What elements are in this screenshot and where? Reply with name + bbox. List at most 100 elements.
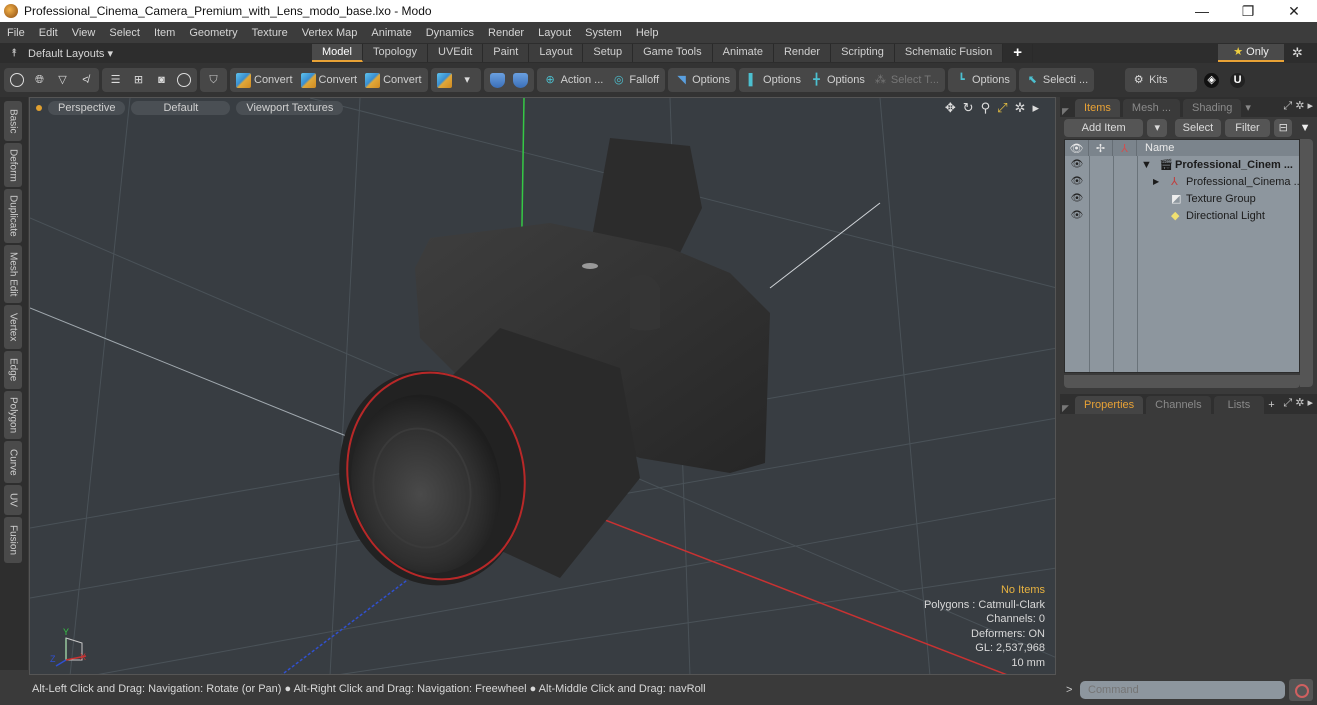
list-item[interactable]: 👁︎ ◆ Directional Light [1065,207,1299,224]
center-mode-button[interactable] [173,69,195,91]
menu-animate[interactable]: Animate [364,27,418,39]
selection-sets-button[interactable]: ⬉ Selecti ... [1021,69,1092,91]
tab-fusion[interactable]: Fusion [4,517,22,563]
chevron-right-icon[interactable]: ▸ [1032,100,1039,116]
tab-curve[interactable]: Curve [4,441,22,483]
tab-properties[interactable]: Properties [1075,396,1144,414]
items-mode-button[interactable]: ≮ [74,69,97,91]
mesh-dropdown[interactable]: ▾ [456,69,479,91]
falloff-button[interactable]: ◎ Falloff [607,69,663,91]
tab-deform[interactable]: Deform [4,143,22,187]
view-mode-dropdown[interactable]: Perspective [48,101,126,115]
add-tab-button[interactable]: + [1268,396,1274,414]
list-item[interactable]: 👁︎ ▶ ⅄ Professional_Cinema ... [1065,173,1303,190]
chevron-right-icon[interactable]: ▸ [1307,397,1313,409]
expander-icon[interactable]: ▶ [1153,177,1159,186]
eye-icon[interactable]: 👁︎ [1065,193,1089,204]
tab-setup[interactable]: Setup [583,44,634,62]
3d-viewport[interactable]: Y Z X Perspective Default Viewport Textu… [29,97,1056,675]
tab-uv[interactable]: UV [4,485,22,515]
collapse-icon[interactable]: ⊟ [1274,119,1293,137]
minimize-button[interactable]: — [1179,0,1225,22]
menu-file[interactable]: File [0,27,32,39]
gear-icon[interactable]: ✲ [1295,397,1304,409]
workplane-button-2[interactable] [509,69,532,91]
tab-scripting[interactable]: Scripting [831,44,895,62]
convert-button-2[interactable]: Convert [297,69,362,91]
default-layouts-dropdown[interactable]: Default Layouts ▾ [28,47,308,60]
unreal-button[interactable]: U [1226,69,1249,91]
record-macro-button[interactable] [1289,679,1313,701]
pan-icon[interactable]: ✥ [945,100,956,116]
menu-item[interactable]: Item [147,27,182,39]
select-button[interactable]: Select [1175,119,1221,137]
list-item[interactable]: 👁︎ ▼ 🎬︎ Professional_Cinem ... [1065,156,1299,173]
tab-channels[interactable]: Channels [1146,396,1211,414]
menu-render[interactable]: Render [481,27,531,39]
tab-uvedit[interactable]: UVEdit [428,44,484,62]
gear-icon[interactable]: ✲ [1015,100,1026,116]
only-toggle[interactable]: ★ Only [1218,44,1284,62]
eye-icon[interactable]: 👁︎ [1065,159,1089,170]
name-column-header[interactable]: Name [1137,140,1174,156]
restore-button[interactable]: ❐ [1225,0,1271,22]
menu-texture[interactable]: Texture [245,27,295,39]
item-list-horizontal-scrollbar[interactable] [1064,375,1300,388]
action-center-button[interactable]: ⊕ Action... [539,69,608,91]
item-type-column-icon[interactable]: ⅄ [1113,140,1137,156]
layout-collapse-icon[interactable]: ⯭ [0,47,28,60]
expand-icon[interactable]: ⤢ [1283,397,1292,409]
kits-button[interactable]: ⚙ Kits [1127,69,1171,91]
convert-button-1[interactable]: Convert [232,69,297,91]
materials-mode-button[interactable]: ☰ [104,69,127,91]
workplane-button-1[interactable] [486,69,509,91]
tabs-dropdown-icon[interactable]: ▾ [1245,99,1251,117]
eye-icon[interactable]: 👁︎ [1065,176,1089,187]
add-item-button[interactable]: Add Item [1064,119,1144,137]
snapping-options-button[interactable]: ◥ Options [670,69,734,91]
pivot-options-button[interactable]: ┗ Options [950,69,1014,91]
gear-icon[interactable]: ✲ [1292,45,1303,61]
menu-geometry[interactable]: Geometry [182,27,244,39]
tab-paint[interactable]: Paint [483,44,530,62]
expander-icon[interactable]: ▼ [1141,159,1152,171]
select-through-button[interactable]: ⁂ Select T... [869,69,943,91]
panel-menu-icon[interactable]: ◤ [1062,403,1072,414]
maximize-icon[interactable]: ⤢ [997,100,1007,116]
tab-vertex[interactable]: Vertex [4,305,22,349]
item-list-vertical-scrollbar[interactable] [1300,139,1313,387]
menu-layout[interactable]: Layout [531,27,578,39]
command-input[interactable] [1080,681,1285,699]
symmetry-options-button[interactable]: ▌ Options [741,69,805,91]
shading-mode-dropdown[interactable]: Default [131,101,231,115]
tab-schematic-fusion[interactable]: Schematic Fusion [894,44,1004,62]
funnel-icon[interactable]: ▼ [1296,119,1314,137]
tab-game-tools[interactable]: Game Tools [633,44,713,62]
tab-animate[interactable]: Animate [712,44,774,62]
menu-view[interactable]: View [65,27,103,39]
menu-dynamics[interactable]: Dynamics [419,27,481,39]
uv-mode-button[interactable]: ⊞ [127,69,150,91]
menu-help[interactable]: Help [629,27,666,39]
add-tab-button[interactable]: + [1003,44,1034,62]
expand-icon[interactable]: ⤢ [1283,100,1292,112]
zoom-icon[interactable]: ⚲ [981,100,991,116]
tab-polygon[interactable]: Polygon [4,391,22,439]
viewport-options-dot[interactable] [36,105,42,111]
list-item[interactable]: 👁︎ ◩ Texture Group [1065,190,1299,207]
gear-icon[interactable]: ✲ [1295,100,1304,112]
menu-select[interactable]: Select [102,27,147,39]
menu-system[interactable]: System [578,27,629,39]
panel-menu-icon[interactable]: ◤ [1062,106,1072,117]
tab-layout[interactable]: Layout [529,44,584,62]
chevron-right-icon[interactable]: ▸ [1307,100,1313,112]
tab-items[interactable]: Items [1075,99,1120,117]
lock-column-icon[interactable]: ✢ [1089,140,1113,156]
tab-duplicate[interactable]: Duplicate [4,189,22,243]
eye-icon[interactable]: 👁︎ [1065,210,1089,221]
add-item-dropdown[interactable]: ▾ [1147,119,1168,137]
edges-mode-button[interactable]: 🌐︎ [28,69,51,91]
filter-button[interactable]: Filter [1224,119,1271,137]
polygons-mode-button[interactable]: ▽ [51,69,74,91]
tab-model[interactable]: Model [312,44,363,62]
